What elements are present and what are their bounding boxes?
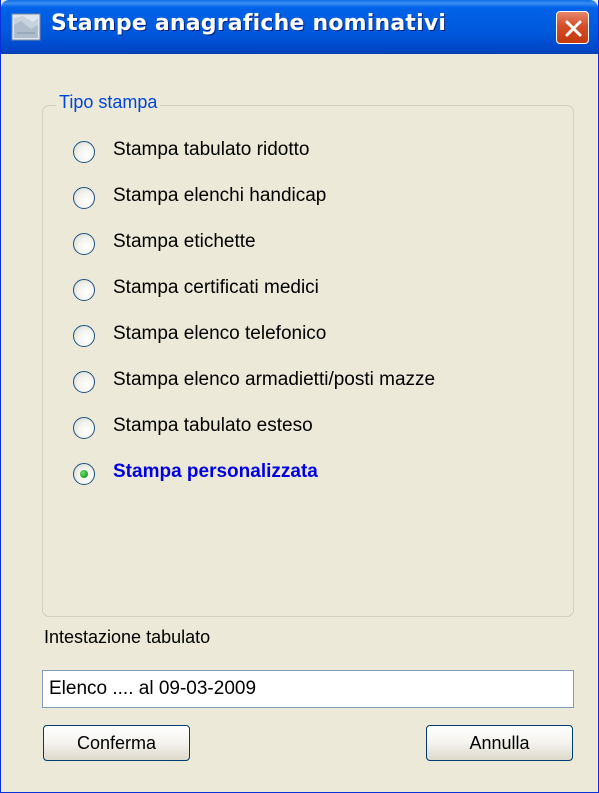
radio-label: Stampa tabulato ridotto xyxy=(113,139,310,160)
radio-label: Stampa elenco telefonico xyxy=(113,323,327,344)
radio-button[interactable] xyxy=(73,141,95,163)
radio-button[interactable] xyxy=(73,187,95,209)
title-bar[interactable]: Stampe anagrafiche nominativi xyxy=(1,0,598,54)
dialog-window: Stampe anagrafiche nominativi Tipo stamp… xyxy=(0,0,599,793)
header-text-input[interactable] xyxy=(42,670,574,708)
close-button[interactable] xyxy=(556,11,589,44)
window-title: Stampe anagrafiche nominativi xyxy=(51,11,447,36)
radio-button[interactable] xyxy=(73,371,95,393)
radio-button[interactable] xyxy=(73,417,95,439)
radio-label: Stampa certificati medici xyxy=(113,277,319,298)
close-icon xyxy=(565,20,582,37)
confirm-button[interactable]: Conferma xyxy=(43,725,190,761)
print-type-legend: Tipo stampa xyxy=(56,92,161,113)
radio-button[interactable] xyxy=(73,233,95,255)
header-field-label: Intestazione tabulato xyxy=(44,627,211,647)
radio-label: Stampa elenchi handicap xyxy=(113,185,327,206)
radio-button[interactable] xyxy=(73,279,95,301)
radio-label-selected: Stampa personalizzata xyxy=(113,461,318,482)
radio-selected-dot xyxy=(80,470,88,478)
print-type-group xyxy=(42,105,574,617)
radio-label: Stampa elenco armadietti/posti mazze xyxy=(113,369,436,390)
print-report-icon xyxy=(11,13,41,41)
cancel-button[interactable]: Annulla xyxy=(426,725,573,761)
radio-button-selected[interactable] xyxy=(73,463,95,485)
radio-label: Stampa etichette xyxy=(113,231,256,252)
radio-label: Stampa tabulato esteso xyxy=(113,415,313,436)
radio-button[interactable] xyxy=(73,325,95,347)
